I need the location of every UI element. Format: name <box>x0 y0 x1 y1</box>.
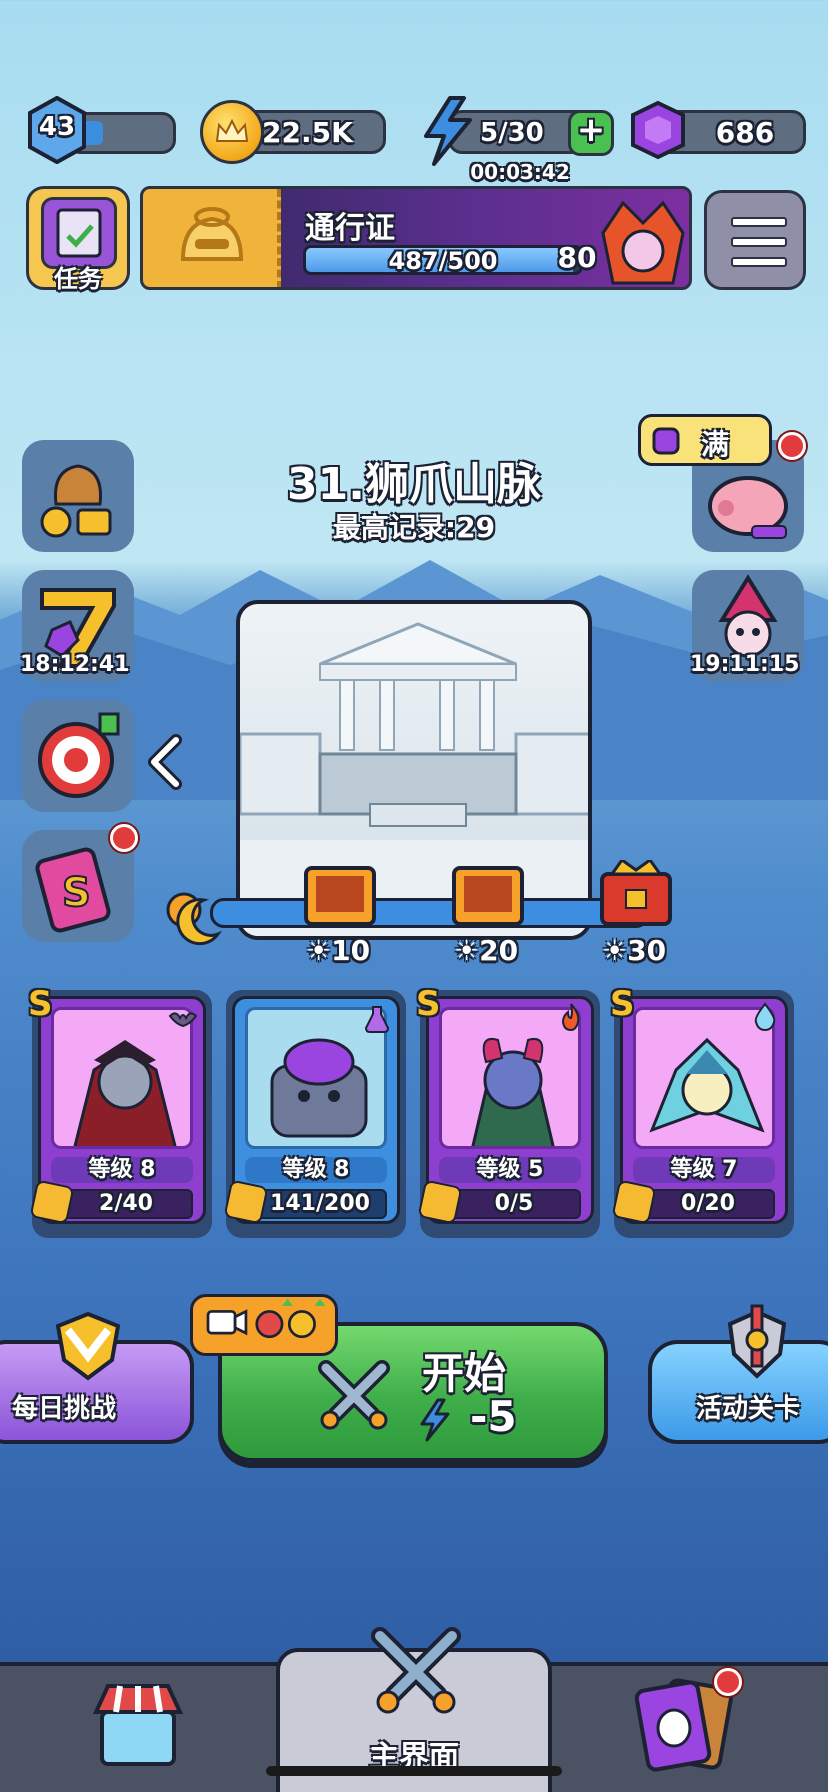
event-stage-button[interactable]: 活动关卡 <box>648 1304 828 1444</box>
hero-card-ice-knight[interactable]: 等级 7 0/20 S <box>610 984 794 1238</box>
puzzle-piece-icon <box>417 1179 463 1225</box>
crossed-swords-icon <box>371 1627 461 1714</box>
temple-illustration <box>240 622 588 936</box>
quest-button[interactable]: 任务 <box>26 186 130 293</box>
shop-icon <box>92 1684 184 1766</box>
purple-gem-icon <box>631 100 685 160</box>
fire-icon <box>561 1003 580 1032</box>
rank-badge: S <box>416 984 441 1024</box>
hero-card-golem[interactable]: 等级 8 141/200 <box>223 990 406 1238</box>
day-night-small-icon: ☀ <box>602 934 628 967</box>
puzzle-piece-icon <box>223 1179 269 1225</box>
gem-amount: 686 <box>715 116 775 149</box>
milestone-chest-30[interactable] <box>598 860 674 930</box>
potion-icon <box>364 1006 390 1033</box>
milestone-label-30: ☀30 <box>602 934 667 967</box>
shield-wings-icon <box>55 1311 121 1381</box>
menu-button[interactable] <box>704 190 806 290</box>
pass-reward-hero-icon <box>601 200 685 285</box>
hero-level: 等级 8 <box>245 1157 387 1183</box>
crown-coin-icon <box>200 100 264 164</box>
svg-text:S: S <box>62 870 91 916</box>
hero-event-timer: 19:11:15 <box>690 652 800 677</box>
quest-label: 任务 <box>54 265 102 293</box>
rank-badge: S <box>28 984 53 1024</box>
bat-icon <box>168 1012 198 1028</box>
home-indicator <box>266 1766 562 1776</box>
milestone-label-20: ☀20 <box>454 934 519 967</box>
hero-level: 等级 8 <box>51 1157 193 1183</box>
stage-preview-image[interactable] <box>236 600 592 940</box>
seven-day-timer: 18:12:41 <box>20 652 130 677</box>
crossed-swords-icon <box>318 1360 390 1430</box>
hero-shard-count: 0/20 <box>641 1189 775 1219</box>
heroes-notification-dot <box>714 1668 742 1696</box>
milestone-chest-20[interactable] <box>450 860 526 930</box>
lightning-icon <box>420 1398 450 1442</box>
stage-progress-track <box>210 898 650 928</box>
energy-amount: 5/30 <box>480 118 544 148</box>
pass-level: 80 <box>557 241 597 274</box>
card-pack-notification-dot <box>110 824 138 852</box>
watch-video-boost-button[interactable] <box>190 1294 338 1356</box>
pass-title: 通行证 <box>305 211 395 246</box>
hero-shard-count: 2/40 <box>59 1189 193 1219</box>
water-icon <box>754 1002 776 1032</box>
start-energy-cost: -5 <box>470 1392 517 1441</box>
puzzle-piece-icon <box>29 1179 75 1225</box>
hero-card-demon[interactable]: 等级 5 0/5 S <box>416 984 600 1238</box>
target-button[interactable] <box>22 700 134 812</box>
puzzle-piece-icon <box>611 1179 657 1225</box>
hero-card-vampire[interactable]: 等级 8 2/40 S <box>28 984 212 1238</box>
hero-shard-count: 0/5 <box>447 1189 581 1219</box>
day-night-small-icon: ☀ <box>306 934 332 967</box>
daily-challenge-button[interactable]: 每日挑战 <box>0 1311 194 1444</box>
collapse-arrow-icon[interactable] <box>142 732 186 792</box>
add-energy-button[interactable]: + <box>568 110 614 156</box>
hero-shard-count: 141/200 <box>253 1189 387 1219</box>
lightning-icon <box>424 96 472 166</box>
battle-pass-banner[interactable]: 通行证 487/500 80 <box>140 186 692 290</box>
player-level: 43 <box>38 112 76 142</box>
stage-best-record: 最高记录:29 <box>332 511 496 544</box>
coin-amount: 22.5K <box>262 116 353 149</box>
sword-shield-icon <box>727 1304 787 1379</box>
day-night-small-icon: ☀ <box>454 934 480 967</box>
daily-challenge-label: 每日挑战 <box>12 1394 117 1424</box>
target-icon <box>38 712 120 798</box>
hero-level: 等级 5 <box>439 1157 581 1183</box>
milestone-chest-10[interactable] <box>302 860 378 930</box>
stage-title: 31.狮爪山脉 <box>287 459 541 510</box>
day-night-icon <box>166 892 223 946</box>
pass-progress-bar: 487/500 <box>303 245 583 275</box>
pass-ticket <box>143 189 281 287</box>
rank-badge: S <box>610 984 635 1024</box>
energy-timer: 00:03:42 <box>470 160 570 184</box>
hero-level: 等级 7 <box>633 1157 775 1183</box>
event-stage-label: 活动关卡 <box>696 1394 801 1424</box>
milestone-label-10: ☀10 <box>306 934 371 967</box>
video-boost-icon <box>206 1298 326 1339</box>
gold-bag-icon <box>180 207 244 261</box>
menu-list-icon <box>731 217 787 227</box>
pass-progress-text: 487/500 <box>388 247 498 275</box>
shop-tab[interactable] <box>90 1676 186 1770</box>
